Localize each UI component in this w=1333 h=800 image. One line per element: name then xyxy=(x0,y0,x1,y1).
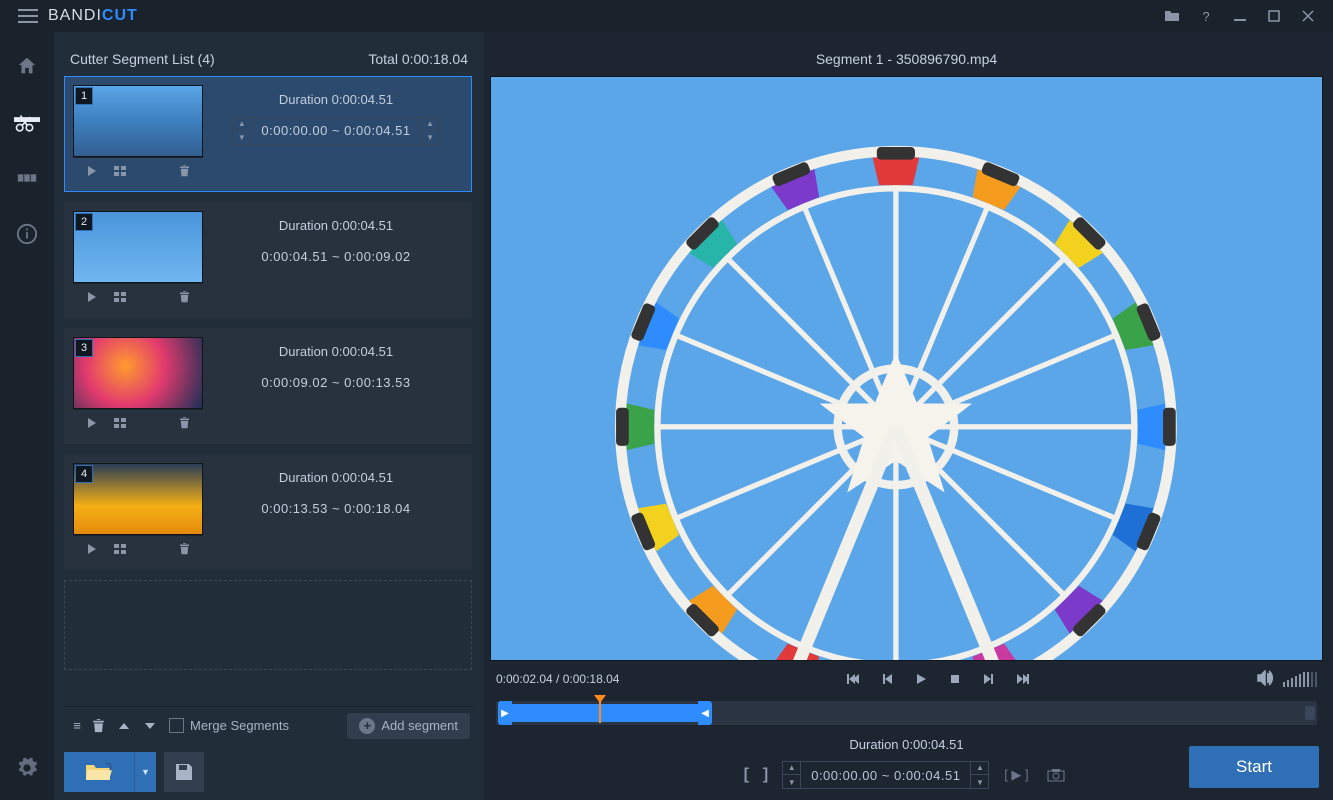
play-button[interactable] xyxy=(907,666,935,692)
segment-item[interactable]: 4 Duration 0:00:04.51 0:00:13.53 ~ 0:00:… xyxy=(64,454,472,570)
info-icon[interactable] xyxy=(13,220,41,248)
add-segment-button[interactable]: +Add segment xyxy=(347,713,470,739)
segment-play-button[interactable] xyxy=(79,286,105,308)
list-delete-button[interactable]: ≡ xyxy=(68,717,105,735)
range-end-stepper[interactable]: ▲▼ xyxy=(970,761,988,789)
add-segment-label: Add segment xyxy=(381,718,458,733)
timeline-playhead[interactable] xyxy=(594,695,606,727)
left-rail xyxy=(0,32,54,800)
action-bar: ▼ xyxy=(64,744,474,792)
segment-range-box: ▲▼ 0:00:00.00 ~ 0:00:04.51 ▲▼ xyxy=(232,117,439,145)
menu-icon[interactable] xyxy=(8,3,48,29)
segment-play-button[interactable] xyxy=(79,412,105,434)
playback-bar: 0:00:02.04 / 0:00:18.04 xyxy=(490,661,1323,697)
segment-number: 1 xyxy=(75,87,93,105)
cut-icon[interactable] xyxy=(13,108,41,136)
timeline-end-cap xyxy=(1305,706,1315,720)
segment-range-text: 0:00:13.53 ~ 0:00:18.04 xyxy=(251,495,420,523)
home-icon[interactable] xyxy=(13,52,41,80)
folder-icon[interactable] xyxy=(1155,0,1189,32)
brand-text-2: CUT xyxy=(102,7,138,24)
volume-icon[interactable] xyxy=(1257,670,1275,689)
set-start-bracket-button[interactable]: [ xyxy=(744,766,749,784)
segment-play-button[interactable] xyxy=(79,160,105,182)
segment-list-title: Cutter Segment List (4) xyxy=(70,51,215,67)
title-bar: BANDICUT ? xyxy=(0,0,1333,32)
open-file-button[interactable]: ▼ xyxy=(64,752,156,792)
segment-delete-button[interactable] xyxy=(171,286,197,308)
playback-time: 0:00:02.04 / 0:00:18.04 xyxy=(496,672,619,686)
join-icon[interactable] xyxy=(13,164,41,192)
segment-placeholder xyxy=(64,580,472,670)
segment-end-stepper[interactable]: ▲▼ xyxy=(421,117,439,145)
segment-number: 4 xyxy=(75,465,93,483)
preview-range-text[interactable]: 0:00:00.00 ~ 0:00:04.51 xyxy=(801,768,970,783)
step-back-button[interactable] xyxy=(873,666,901,692)
set-end-bracket-button[interactable]: ] xyxy=(763,766,768,784)
segment-delete-button[interactable] xyxy=(171,160,197,182)
segment-duration-label: Duration 0:00:04.51 xyxy=(279,470,393,485)
open-dropdown-icon[interactable]: ▼ xyxy=(134,752,156,792)
timeline-start-handle[interactable]: ▶ xyxy=(498,701,512,725)
preview-title: Segment 1 - 350896790.mp4 xyxy=(490,42,1323,76)
segment-item[interactable]: 3 Duration 0:00:04.51 0:00:09.02 ~ 0:00:… xyxy=(64,328,472,444)
start-button[interactable]: Start xyxy=(1189,746,1319,788)
next-segment-button[interactable] xyxy=(1009,666,1037,692)
close-icon[interactable] xyxy=(1291,0,1325,32)
segment-play-button[interactable] xyxy=(79,538,105,560)
play-range-button[interactable]: [ ▶ ] xyxy=(1003,764,1029,786)
segment-duration-label: Duration 0:00:04.51 xyxy=(279,344,393,359)
segment-item[interactable]: 2 Duration 0:00:04.51 0:00:04.51 ~ 0:00:… xyxy=(64,202,472,318)
prev-segment-button[interactable] xyxy=(839,666,867,692)
help-icon[interactable]: ? xyxy=(1189,0,1223,32)
segment-range-text: 0:00:09.02 ~ 0:00:13.53 xyxy=(251,369,420,397)
move-up-button[interactable] xyxy=(117,721,131,731)
segment-delete-button[interactable] xyxy=(171,412,197,434)
segment-list-total: Total 0:00:18.04 xyxy=(368,51,468,67)
segment-footer: ≡ Merge Segments +Add segment xyxy=(64,706,474,744)
segment-item[interactable]: 1 Duration 0:00:04.51 ▲▼ 0:00:00.00 ~ 0:… xyxy=(64,76,472,192)
segment-range-text[interactable]: 0:00:00.00 ~ 0:00:04.51 xyxy=(251,123,420,138)
volume-slider[interactable] xyxy=(1283,671,1317,687)
open-folder-icon xyxy=(64,752,134,792)
save-button[interactable] xyxy=(164,752,204,792)
segment-number: 3 xyxy=(75,339,93,357)
segment-panel: Cutter Segment List (4) Total 0:00:18.04… xyxy=(54,32,484,800)
settings-icon[interactable] xyxy=(13,754,41,782)
step-forward-button[interactable] xyxy=(975,666,1003,692)
segment-delete-button[interactable] xyxy=(171,538,197,560)
app-brand: BANDICUT xyxy=(48,7,138,25)
maximize-icon[interactable] xyxy=(1257,0,1291,32)
segment-duration-label: Duration 0:00:04.51 xyxy=(279,92,393,107)
segment-list[interactable]: 1 Duration 0:00:04.51 ▲▼ 0:00:00.00 ~ 0:… xyxy=(64,76,474,706)
segment-start-stepper[interactable]: ▲▼ xyxy=(233,117,251,145)
segment-grid-button[interactable] xyxy=(107,160,133,182)
move-down-button[interactable] xyxy=(143,721,157,731)
stop-button[interactable] xyxy=(941,666,969,692)
merge-segments-label: Merge Segments xyxy=(190,718,289,733)
minimize-icon[interactable] xyxy=(1223,0,1257,32)
preview-range-box: ▲▼ 0:00:00.00 ~ 0:00:04.51 ▲▼ xyxy=(782,761,989,789)
snapshot-button[interactable] xyxy=(1043,764,1069,786)
merge-segments-checkbox[interactable]: Merge Segments xyxy=(169,718,289,733)
segment-grid-button[interactable] xyxy=(107,538,133,560)
video-preview[interactable] xyxy=(490,76,1323,661)
segment-range-text: 0:00:04.51 ~ 0:00:09.02 xyxy=(251,243,420,271)
brand-text-1: BANDI xyxy=(48,7,102,24)
segment-grid-button[interactable] xyxy=(107,412,133,434)
range-start-stepper[interactable]: ▲▼ xyxy=(783,761,801,789)
segment-number: 2 xyxy=(75,213,93,231)
segment-duration-label: Duration 0:00:04.51 xyxy=(279,218,393,233)
timeline-end-handle[interactable]: ◀ xyxy=(698,701,712,725)
timeline[interactable]: ▶ ◀ xyxy=(496,701,1317,725)
segment-grid-button[interactable] xyxy=(107,286,133,308)
preview-panel: Segment 1 - 350896790.mp4 xyxy=(484,32,1333,800)
